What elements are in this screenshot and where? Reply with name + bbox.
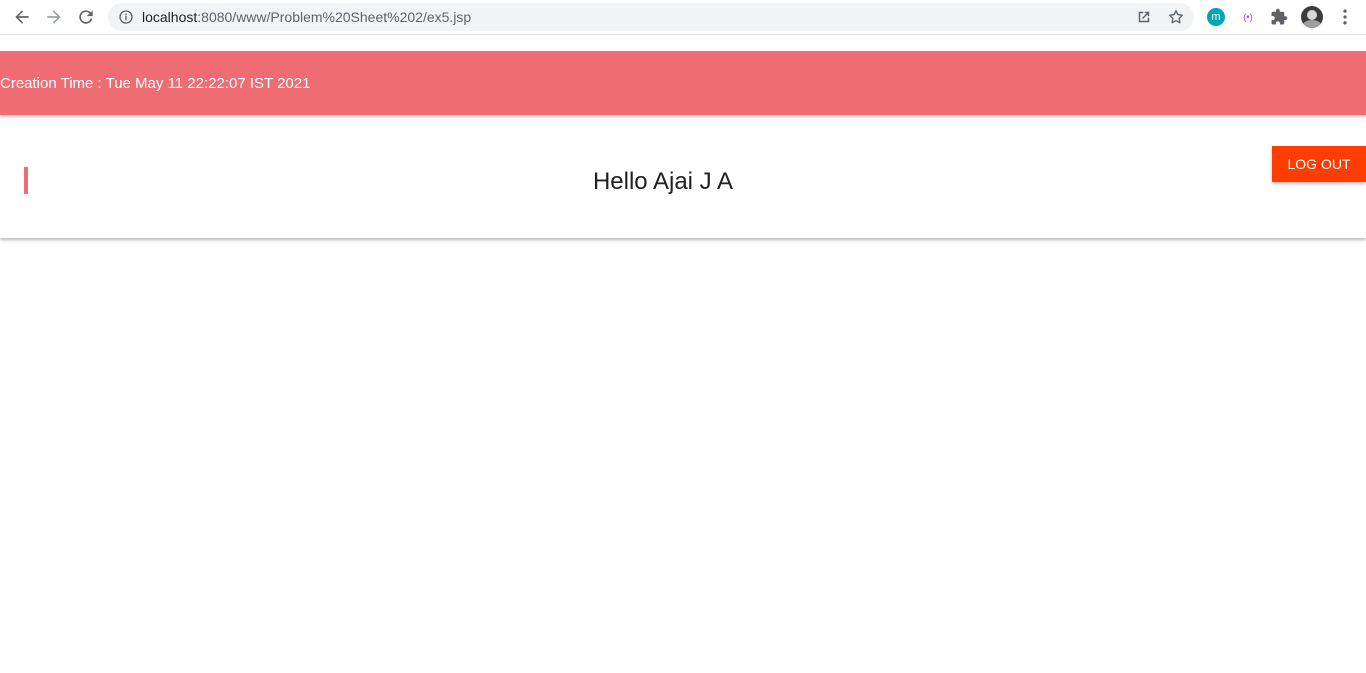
extension-m-label: m — [1211, 11, 1221, 23]
broadcast-extension-icon[interactable]: (•) — [1239, 8, 1257, 26]
creation-time-text: Creation Time : Tue May 11 22:22:07 IST … — [0, 75, 311, 92]
creation-time-banner: Creation Time : Tue May 11 22:22:07 IST … — [0, 51, 1366, 115]
browser-toolbar: localhost:8080/www/Problem%20Sheet%202/e… — [0, 0, 1366, 35]
url-host: localhost — [142, 9, 198, 25]
info-icon[interactable] — [118, 9, 134, 25]
forward-icon[interactable] — [42, 5, 66, 29]
broadcast-extension-label: (•) — [1243, 12, 1253, 22]
open-in-app-icon[interactable] — [1135, 8, 1153, 26]
extension-m-icon[interactable]: m — [1207, 8, 1225, 26]
url-text[interactable]: localhost:8080/www/Problem%20Sheet%202/e… — [142, 9, 471, 25]
kebab-menu-icon[interactable] — [1335, 7, 1355, 27]
reload-icon[interactable] — [74, 5, 98, 29]
url-path: :8080/www/Problem%20Sheet%202/ex5.jsp — [197, 9, 472, 25]
greeting-text: Hello Ajai J A — [592, 168, 734, 195]
logout-button[interactable]: LOG OUT — [1272, 146, 1366, 182]
greeting-card: Hello Ajai J A LOG OUT — [0, 121, 1366, 238]
profile-avatar[interactable] — [1301, 6, 1323, 28]
back-icon[interactable] — [10, 5, 34, 29]
bookmark-star-icon[interactable] — [1167, 8, 1185, 26]
address-bar[interactable]: localhost:8080/www/Problem%20Sheet%202/e… — [108, 3, 1194, 31]
extensions-puzzle-icon[interactable] — [1270, 8, 1288, 26]
